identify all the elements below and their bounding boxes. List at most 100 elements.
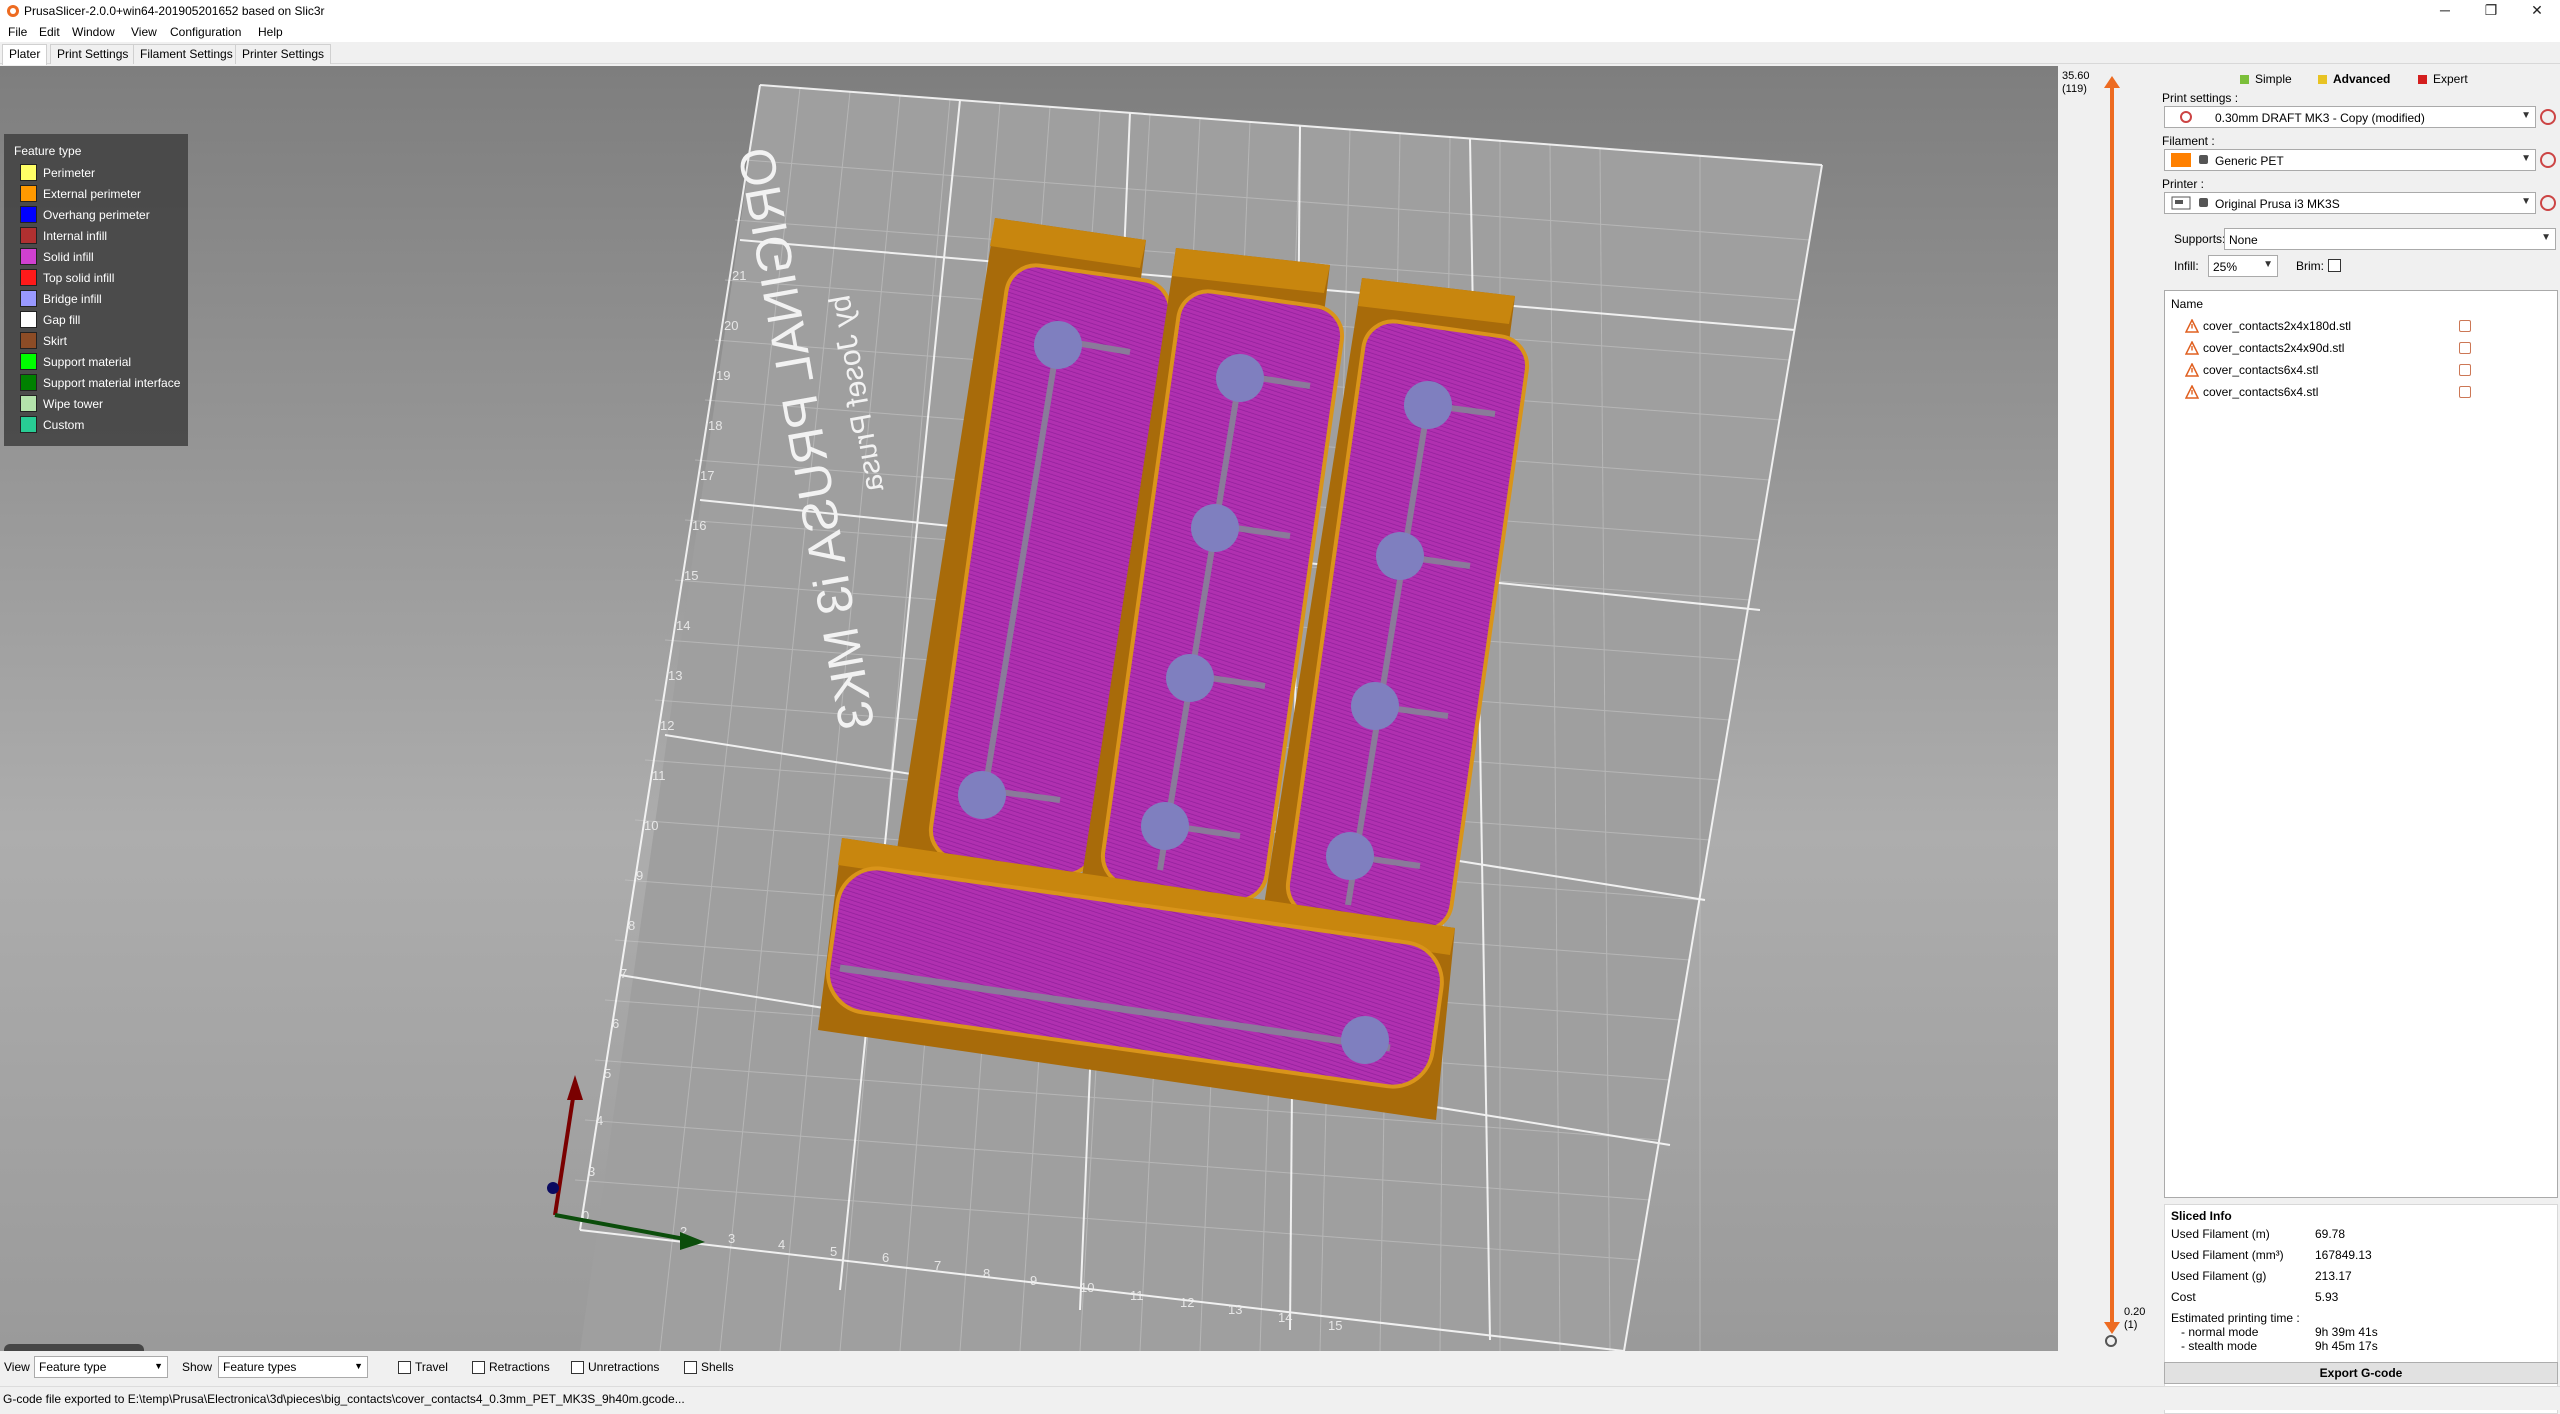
legend-swatch [20,185,37,202]
filament-combo[interactable]: Generic PET ▼ [2164,149,2536,171]
chevron-down-icon: ▼ [354,1361,363,1371]
infill-label: Infill: [2174,259,2199,273]
stealth-mode-value: 9h 45m 17s [2315,1339,2378,1353]
cog-icon[interactable] [2104,1334,2118,1348]
menu-view[interactable]: View [131,25,157,39]
tab-plater[interactable]: Plater [2,44,48,65]
cost-value: 5.93 [2315,1290,2339,1304]
mode-simple[interactable]: Simple [2240,72,2292,86]
x-tick: 11 [1130,1288,1144,1303]
mode-simple-label: Simple [2255,72,2292,86]
legend-label: Bridge infill [43,292,102,306]
legend-title: Feature type [14,144,82,158]
object-list-header: Name [2171,297,2204,311]
y-tick: 18 [708,418,722,433]
show-select[interactable]: Feature types ▼ [218,1356,368,1378]
edit-preset-icon[interactable] [2540,152,2556,168]
layer-slider-track[interactable] [2100,72,2124,1342]
export-gcode-button[interactable]: Export G-code [2164,1362,2558,1384]
view-toolbar [4,1344,144,1351]
close-button[interactable]: ✕ [2514,0,2560,22]
y-tick: 21 [732,268,746,283]
legend-label: Solid infill [43,250,94,264]
restore-button[interactable]: ❐ [2468,0,2514,22]
menu-file[interactable]: File [8,25,27,39]
object-name: cover_contacts6x4.stl [2203,385,2319,399]
x-tick: 6 [882,1250,889,1265]
edit-icon[interactable] [2459,320,2471,332]
x-tick: 4 [778,1237,785,1252]
legend-item: Support material interface [16,373,186,393]
object-row[interactable]: cover_contacts6x4.stl [2165,381,2557,401]
menu-bar: File Edit Window View Configuration Help [0,22,2560,42]
chevron-down-icon: ▼ [154,1361,163,1371]
object-row[interactable]: cover_contacts2x4x90d.stl [2165,337,2557,357]
legend-swatch [20,248,37,265]
y-tick: 14 [676,618,690,633]
tab-printer-settings[interactable]: Printer Settings [235,44,332,64]
x-tick: 12 [1180,1295,1194,1310]
object-list: Name cover_contacts2x4x180d.stl cover_co… [2164,290,2558,1198]
printer-value: Original Prusa i3 MK3S [2215,197,2340,211]
tab-print-settings[interactable]: Print Settings [50,44,136,64]
x-tick: 15 [1328,1318,1342,1333]
normal-mode-value: 9h 39m 41s [2315,1325,2378,1339]
edit-preset-icon[interactable] [2540,109,2556,125]
shells-label: Shells [701,1360,734,1374]
edit-icon[interactable] [2459,386,2471,398]
brim-checkbox[interactable] [2328,259,2341,272]
object-row[interactable]: cover_contacts2x4x180d.stl [2165,315,2557,335]
view-label: View [4,1360,30,1374]
print-settings-combo[interactable]: 0.30mm DRAFT MK3 - Copy (modified) ▼ [2164,106,2536,128]
menu-configuration[interactable]: Configuration [170,25,241,39]
legend-label: Internal infill [43,229,108,243]
legend-label: Gap fill [43,313,81,327]
x-tick: 3 [728,1231,735,1246]
show-value: Feature types [223,1360,297,1374]
menu-window[interactable]: Window [72,25,115,39]
legend-label: Support material interface [43,376,181,390]
chevron-down-icon: ▼ [2521,153,2531,164]
legend-label: Overhang perimeter [43,208,150,222]
edit-icon[interactable] [2459,342,2471,354]
x-tick: 8 [983,1266,990,1281]
legend-swatch [20,374,37,391]
travel-checkbox[interactable] [398,1361,411,1374]
x-tick: 9 [1030,1273,1037,1288]
minimize-button[interactable]: ─ [2422,0,2468,22]
supports-combo[interactable]: None ▼ [2224,228,2556,250]
object-row[interactable]: cover_contacts6x4.stl [2165,359,2557,379]
legend-item: Overhang perimeter [16,205,186,225]
expert-mode-icon [2418,75,2427,84]
legend-swatch [20,164,37,181]
menu-help[interactable]: Help [258,25,283,39]
layer-bottom-number: (1) [2124,1319,2138,1331]
layer-slider: 35.60 (119) 0.20 (1) [2058,66,2152,1351]
retractions-label: Retractions [489,1360,550,1374]
menu-edit[interactable]: Edit [39,25,60,39]
supports-value: None [2229,233,2258,247]
legend-label: Custom [43,418,85,432]
printer-icon [2171,196,2191,210]
printer-label: Printer : [2162,177,2205,191]
printer-combo[interactable]: Original Prusa i3 MK3S ▼ [2164,192,2536,214]
edit-preset-icon[interactable] [2540,195,2556,211]
edit-icon[interactable] [2459,364,2471,376]
legend-item: Perimeter [16,163,186,183]
object-name: cover_contacts2x4x180d.stl [2203,319,2352,333]
status-bar: G-code file exported to E:\temp\Prusa\El… [0,1386,2560,1410]
infill-combo[interactable]: 25% ▼ [2208,255,2278,277]
legend-label: Skirt [43,334,67,348]
view-type-select[interactable]: Feature type ▼ [34,1356,168,1378]
tab-filament-settings[interactable]: Filament Settings [133,44,240,64]
unretractions-checkbox[interactable] [571,1361,584,1374]
shells-checkbox[interactable] [684,1361,697,1374]
x-tick: 13 [1228,1302,1242,1317]
retractions-checkbox[interactable] [472,1361,485,1374]
y-tick: 5 [604,1066,611,1081]
legend-item: Gap fill [16,310,186,330]
mode-advanced[interactable]: Advanced [2318,72,2390,86]
3d-viewport[interactable]: ORIGINAL PRUSA i3 MK3 by Josef Prusa 2 3… [0,66,2058,1351]
chevron-down-icon: ▼ [2521,110,2531,121]
mode-expert[interactable]: Expert [2418,72,2468,86]
